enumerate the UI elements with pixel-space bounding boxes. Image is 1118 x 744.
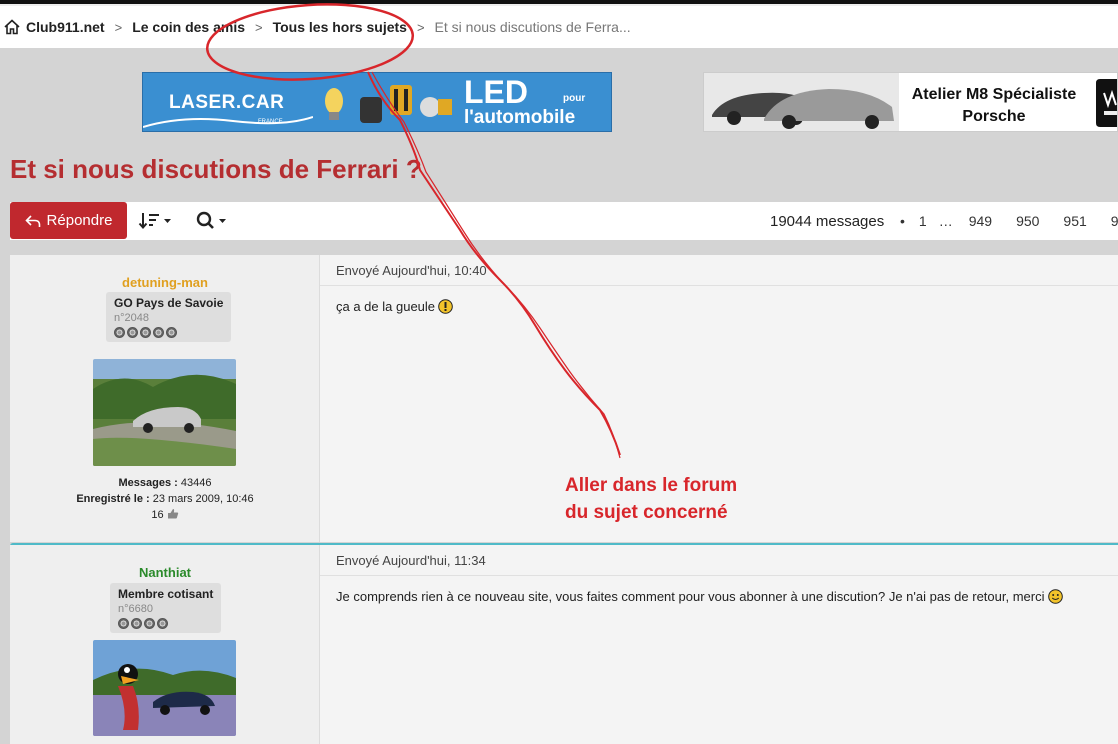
page-link[interactable]: 951 [1063,213,1086,229]
rank-wheels [118,618,213,629]
page-link[interactable]: 949 [969,213,992,229]
laser-wave-graphic [143,116,313,128]
message-count: 19044 messages [770,213,885,230]
user-stats: Messages : 43446 Enregistré le : 23 mars… [10,475,320,523]
breadcrumb-current: Et si nous discutions de Ferra... [434,19,631,35]
wheel-icon [166,327,177,338]
post-author-panel: Nanthiat Membre cotisant n°6680 [10,545,320,744]
thumbs-up-icon [167,509,178,519]
post: detuning-man GO Pays de Savoie n°2048 Me… [10,255,1118,542]
annotation-line1: Aller dans le forum [565,475,738,496]
wheel-icon [153,327,164,338]
post-text: ça a de la gueule [336,299,436,314]
page-link[interactable]: 1 [919,213,927,229]
thread-toolbar: Répondre 19044 messages • 1 … 949 950 95… [10,202,1118,240]
registered-label: Enregistré le : [76,493,150,505]
laser-car-logo-text: LASER.CAR [169,92,285,113]
laser-car-logo-sub: FRANCE [258,119,283,125]
post-author-panel: detuning-man GO Pays de Savoie n°2048 Me… [10,255,320,542]
post-date[interactable]: Envoyé Aujourd'hui, 11:34 [336,553,486,568]
thread-title: Et si nous discutions de Ferrari ? [10,154,422,184]
wheel-icon [114,327,125,338]
user-rank-card: GO Pays de Savoie n°2048 [106,292,232,342]
wheel-icon [118,618,129,629]
atelier-m8-line1: Atelier M8 Spécialiste [911,86,1077,103]
username[interactable]: detuning-man [10,275,320,290]
post-message: Envoyé Aujourd'hui, 11:34 Je comprends r… [320,545,1118,744]
post-divider [320,285,1118,286]
member-number: n°2048 [114,312,149,324]
m8-logo-icon [1096,79,1117,127]
user-rank-card: Membre cotisant n°6680 [110,583,222,633]
breadcrumb-separator: > [255,19,263,35]
breadcrumb-separator: > [416,19,425,35]
search-icon[interactable] [195,210,231,232]
wheel-icon [127,327,138,338]
atelier-m8-ad-banner[interactable]: Atelier M8 Spécialiste Porsche [703,72,1118,132]
user-rank: Membre cotisant [118,587,214,601]
post: Nanthiat Membre cotisant n°6680 Envoyé A… [10,543,1118,744]
reply-arrow-icon [24,214,40,227]
post-body: Je comprends rien à ce nouveau site, vou… [336,589,1063,604]
breadcrumb-separator: > [114,19,123,35]
annotation-line2: du sujet concerné [565,502,728,523]
exclamation-emoji-icon [438,299,453,314]
post-body: ça a de la gueule [336,299,453,314]
avatar[interactable] [93,640,236,736]
messages-label: Messages : [118,477,178,489]
registered-value: 23 mars 2009, 10:46 [152,493,254,505]
post-text: Je comprends rien à ce nouveau site, vou… [336,589,1045,604]
pagination-bullet: • [900,213,905,229]
led-bulbs-image [325,85,452,123]
page-link[interactable]: 9 [1111,213,1118,229]
user-rank: GO Pays de Savoie [114,296,224,310]
breadcrumb-link-hors-sujets[interactable]: Tous les hors sujets [273,19,407,35]
post-divider [320,575,1118,576]
breadcrumb-link-coin-des-amis[interactable]: Le coin des amis [132,19,245,35]
sort-order-icon[interactable] [138,210,174,232]
wheel-icon [140,327,151,338]
member-number: n°6680 [118,603,153,615]
reply-button-label: Répondre [46,212,113,229]
led-automobile-text: l'automobile [464,107,576,128]
top-strip [0,0,1118,6]
avatar[interactable] [93,359,236,466]
page-ellipsis: … [938,213,953,229]
laser-car-ad-banner[interactable]: LASER.CAR FRANCE LED pour l'automobile [142,72,612,132]
wheel-icon [157,618,168,629]
likes-count: 16 [151,509,164,521]
breadcrumb-home-link[interactable]: Club911.net [26,19,105,35]
home-icon[interactable] [4,19,20,35]
rank-wheels [114,327,223,338]
page-link[interactable]: 950 [1016,213,1039,229]
reply-button[interactable]: Répondre [10,202,127,239]
messages-value: 43446 [180,477,212,489]
breadcrumb: Club911.net > Le coin des amis > Tous le… [0,6,1118,48]
wheel-icon [144,618,155,629]
smile-emoji-icon [1047,589,1063,604]
wheel-icon [131,618,142,629]
post-date[interactable]: Envoyé Aujourd'hui, 10:40 [336,263,487,278]
led-pour-text: pour [563,93,586,104]
annotation-text: Aller dans le forum du sujet concerné [565,472,737,526]
pagination: • 1 … 949 950 951 9 [900,213,1118,229]
led-headline: LED [464,74,528,110]
username[interactable]: Nanthiat [10,565,320,580]
atelier-m8-line2: Porsche [962,108,1026,125]
porsche-cars-image [704,73,899,131]
